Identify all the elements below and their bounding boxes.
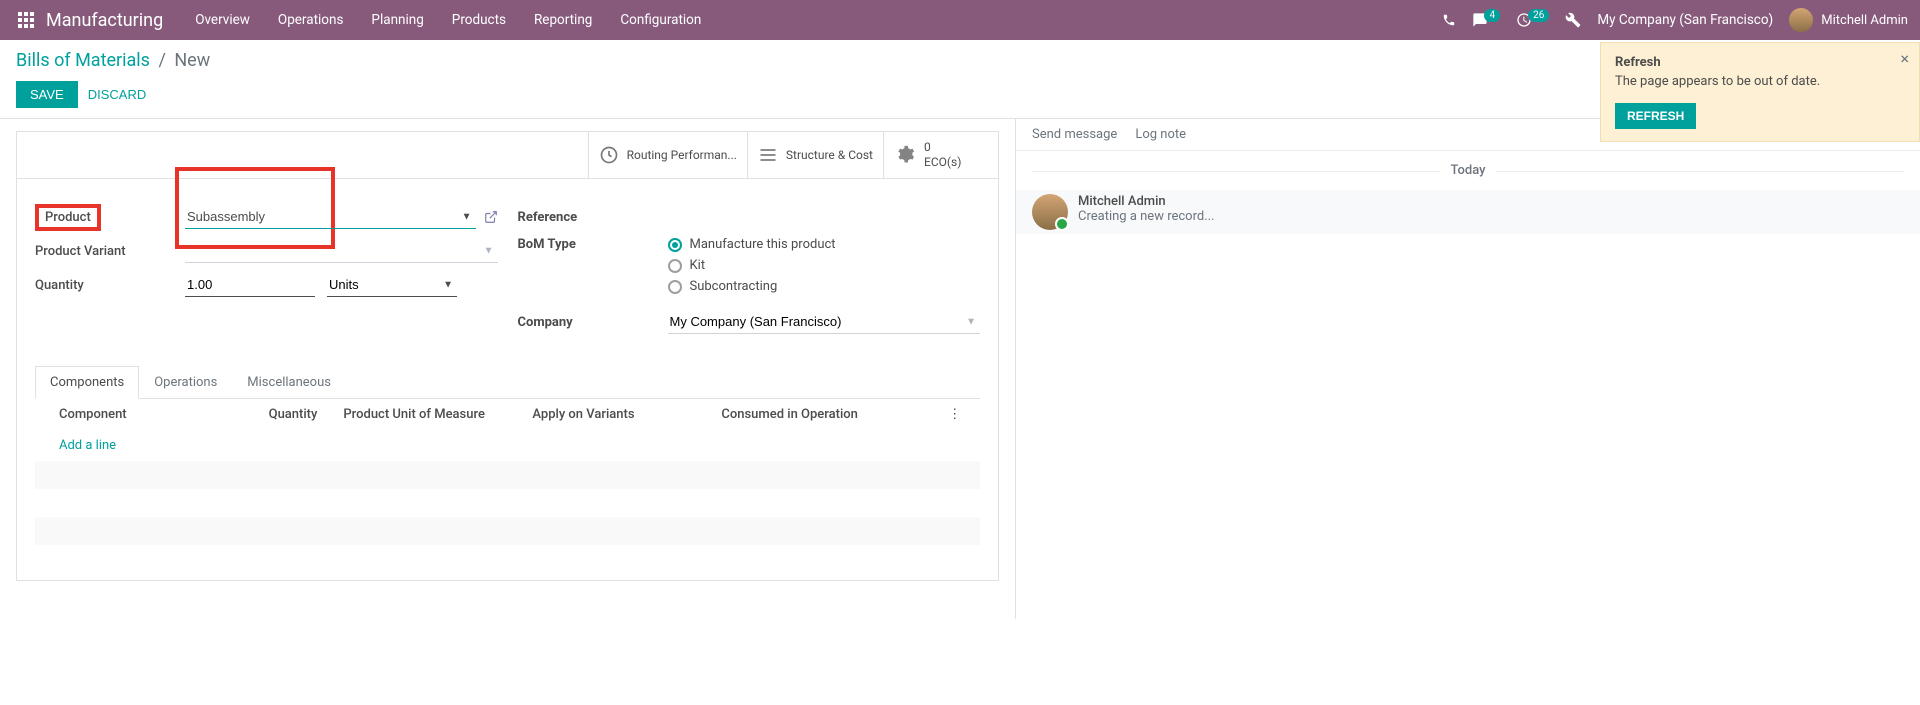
apps-icon[interactable] — [12, 12, 40, 28]
radio-kit[interactable]: Kit — [668, 258, 981, 273]
tab-components[interactable]: Components — [35, 366, 139, 399]
notif-title: Refresh — [1615, 55, 1905, 70]
label-quantity: Quantity — [35, 278, 185, 293]
activity-badge: 26 — [1528, 9, 1549, 22]
nav-menu: Overview Operations Planning Products Re… — [181, 0, 715, 40]
stat-routing-performance[interactable]: Routing Performan... — [588, 132, 747, 178]
stat-ecos[interactable]: 0ECO(s) — [883, 132, 998, 178]
log-note-button[interactable]: Log note — [1135, 127, 1186, 142]
message-text: Creating a new record... — [1078, 209, 1215, 224]
refresh-button[interactable]: REFRESH — [1615, 103, 1696, 129]
nav-item-reporting[interactable]: Reporting — [520, 0, 606, 40]
company-select[interactable] — [668, 310, 981, 334]
nav-item-configuration[interactable]: Configuration — [606, 0, 715, 40]
app-brand[interactable]: Manufacturing — [46, 10, 163, 31]
uom-select[interactable] — [327, 273, 457, 297]
quantity-input[interactable] — [185, 273, 315, 297]
notif-message: The page appears to be out of date. — [1615, 74, 1905, 89]
components-table: Component Quantity Product Unit of Measu… — [35, 399, 980, 545]
table-options-icon[interactable]: ⋮ — [942, 399, 980, 430]
stat-label: Routing Performan... — [627, 148, 737, 163]
date-separator: Today — [1440, 163, 1495, 178]
col-uom: Product Unit of Measure — [337, 399, 526, 430]
refresh-notification: × Refresh The page appears to be out of … — [1600, 42, 1920, 142]
clock-icon — [599, 145, 619, 165]
add-line[interactable]: Add a line — [59, 438, 116, 453]
radio-manufacture[interactable]: Manufacture this product — [668, 237, 981, 252]
product-input[interactable] — [185, 205, 476, 229]
close-icon[interactable]: × — [1900, 49, 1909, 68]
nav-item-overview[interactable]: Overview — [181, 0, 264, 40]
radio-subcontracting[interactable]: Subcontracting — [668, 279, 981, 294]
navbar: Manufacturing Overview Operations Planni… — [0, 0, 1920, 40]
debug-icon[interactable] — [1565, 12, 1581, 28]
chatter-message: Mitchell Admin Creating a new record... — [1016, 190, 1920, 234]
col-component: Component — [35, 399, 243, 430]
activity-icon[interactable]: 26 — [1516, 12, 1549, 28]
tab-nav: Components Operations Miscellaneous — [35, 366, 980, 399]
company-switcher[interactable]: My Company (San Francisco) — [1597, 12, 1773, 28]
chat-badge: 4 — [1484, 9, 1500, 22]
label-company: Company — [518, 315, 668, 330]
avatar-icon — [1032, 194, 1068, 230]
stat-label: 0ECO(s) — [924, 140, 961, 170]
breadcrumb-sep: / — [158, 50, 165, 71]
avatar-icon — [1789, 8, 1813, 32]
stat-structure-cost[interactable]: Structure & Cost — [747, 132, 883, 178]
col-consumed: Consumed in Operation — [715, 399, 942, 430]
nav-item-operations[interactable]: Operations — [264, 0, 358, 40]
label-reference: Reference — [518, 210, 668, 225]
external-link-icon[interactable] — [484, 210, 498, 224]
product-variant-input[interactable] — [185, 239, 498, 263]
list-icon — [758, 145, 778, 165]
discard-button[interactable]: DISCARD — [88, 87, 147, 102]
message-author: Mitchell Admin — [1078, 194, 1215, 209]
tab-operations[interactable]: Operations — [139, 366, 232, 398]
user-name: Mitchell Admin — [1821, 13, 1908, 28]
gears-icon — [894, 145, 916, 165]
breadcrumb-current: New — [174, 50, 210, 71]
radio-icon — [668, 259, 682, 273]
stat-label: Structure & Cost — [786, 148, 873, 163]
send-message-button[interactable]: Send message — [1032, 127, 1117, 142]
phone-icon[interactable] — [1442, 13, 1456, 27]
stat-button-box: Routing Performan... Structure & Cost 0E… — [17, 132, 998, 179]
label-bom-type: BoM Type — [518, 237, 668, 252]
user-menu[interactable]: Mitchell Admin — [1789, 8, 1908, 32]
save-button[interactable]: SAVE — [16, 81, 78, 108]
col-quantity: Quantity — [243, 399, 338, 430]
nav-item-planning[interactable]: Planning — [357, 0, 437, 40]
label-product-variant: Product Variant — [35, 244, 185, 259]
chat-icon[interactable]: 4 — [1472, 12, 1500, 28]
radio-icon — [668, 280, 682, 294]
nav-item-products[interactable]: Products — [438, 0, 520, 40]
col-variants: Apply on Variants — [526, 399, 715, 430]
radio-icon — [668, 238, 682, 252]
label-product: Product — [35, 204, 185, 231]
nav-right: 4 26 My Company (San Francisco) Mitchell… — [1442, 8, 1908, 32]
tab-miscellaneous[interactable]: Miscellaneous — [232, 366, 346, 398]
chatter: Send message Log note 0 Follow 0 Today M… — [1015, 119, 1920, 619]
breadcrumb-parent[interactable]: Bills of Materials — [16, 50, 150, 71]
